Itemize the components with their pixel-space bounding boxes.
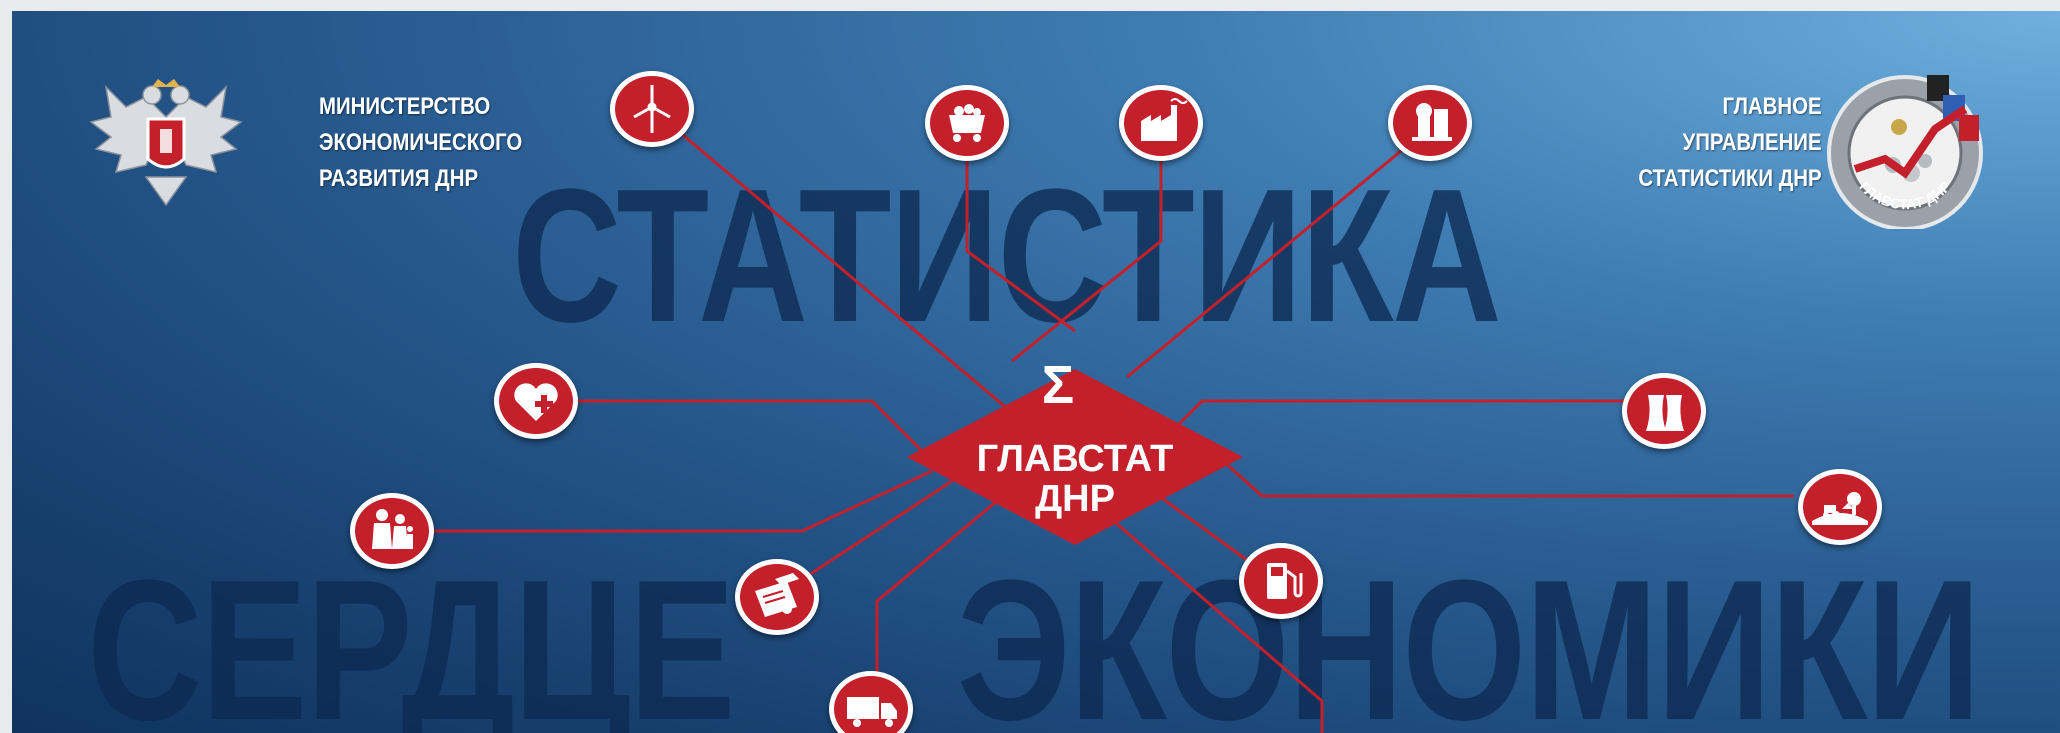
- farm-icon: [1798, 469, 1882, 545]
- chemical-plant-icon: [1388, 85, 1472, 161]
- heart-plus-icon: [494, 363, 578, 439]
- ministry-title: МИНИСТЕРСТВО ЭКОНОМИЧЕСКОГО РАЗВИТИЯ ДНР: [319, 89, 522, 197]
- glavstat-line-2: УПРАВЛЕНИЕ: [1682, 129, 1822, 156]
- factory-icon: [1119, 85, 1203, 161]
- ministry-line-1: МИНИСТЕРСТВО: [319, 93, 491, 120]
- glavstat-line-1: ГЛАВНОЕ: [1722, 93, 1822, 120]
- sigma-icon: Σ: [1041, 355, 1075, 415]
- center-label: ГЛАВСТАТ ДНР: [967, 439, 1183, 519]
- center-label-line-2: ДНР: [1035, 478, 1115, 520]
- fuel-pump-icon: [1239, 543, 1323, 619]
- diploma-icon: [735, 559, 819, 635]
- wind-turbine-icon: [610, 71, 694, 147]
- glavstat-logo: ГЛАВСТАТ ДНР: [1815, 69, 1995, 231]
- glavstat-title: ГЛАВНОЕ УПРАВЛЕНИЕ СТАТИСТИКИ ДНР: [1639, 89, 1822, 197]
- family-icon: [350, 493, 434, 569]
- ministry-line-2: ЭКОНОМИЧЕСКОГО: [319, 129, 523, 156]
- dpr-coat-of-arms-icon: [86, 77, 246, 209]
- mine-cart-icon: [925, 85, 1009, 161]
- glavstat-line-3: СТАТИСТИКИ ДНР: [1638, 165, 1822, 192]
- ministry-line-3: РАЗВИТИЯ ДНР: [319, 165, 479, 192]
- truck-icon: [829, 671, 913, 733]
- statistics-banner: СТАТИСТИКА СЕРДЦЕ ЭКОНОМИКИ МИНИСТЕРСТВО…: [12, 11, 2060, 733]
- cooling-towers-icon: [1622, 373, 1706, 449]
- center-label-line-1: ГЛАВСТАТ: [976, 438, 1174, 480]
